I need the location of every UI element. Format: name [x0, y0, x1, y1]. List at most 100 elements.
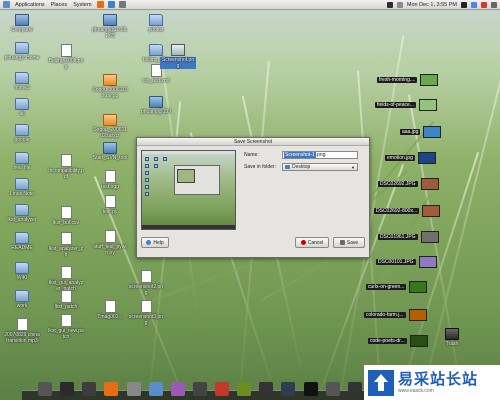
- desktop-icon-label: Screenshot.png: [160, 57, 196, 69]
- image-file-label: code-poets-dr...: [368, 338, 407, 344]
- mail-launcher-icon[interactable]: [107, 1, 115, 8]
- desktop-image-file[interactable]: curls-on-green...: [366, 281, 428, 293]
- applications-icon[interactable]: [3, 1, 10, 8]
- menu-applications[interactable]: Applications: [14, 2, 46, 8]
- desktop-icon-label: lkst_buf.csv: [52, 220, 80, 226]
- desktop-icon[interactable]: Computer: [4, 14, 40, 33]
- applet4-icon[interactable]: [491, 1, 497, 8]
- desktop-icon[interactable]: Incompatibility.pdf: [48, 154, 84, 180]
- help-button[interactable]: Help: [141, 237, 169, 248]
- desktop-image-file[interactable]: colorado-farm.j...: [364, 309, 427, 321]
- dock-item-5-icon[interactable]: [126, 382, 141, 396]
- folder-row: Save in folder: Desktop ▼: [244, 163, 358, 171]
- desktop-image-file[interactable]: DSC01961.JPG: [378, 231, 439, 243]
- image-file-label: DSC01961.JPG: [378, 234, 418, 240]
- cancel-button[interactable]: Cancel: [295, 237, 329, 248]
- desktop-icon[interactable]: Screenshot.png: [160, 44, 196, 69]
- desktop-icon[interactable]: Sogou_20061102.tar.gz: [92, 114, 128, 139]
- desktop-icon[interactable]: 20070829 china transition mp3: [4, 318, 40, 344]
- desktop-icon[interactable]: test.ogg: [92, 170, 128, 190]
- save-button[interactable]: Save: [333, 237, 365, 248]
- applet2-icon[interactable]: [471, 1, 477, 8]
- desktop-icon[interactable]: home2: [4, 72, 40, 91]
- dialog-title: Save Screenshot: [137, 138, 369, 146]
- folder-select[interactable]: Desktop ▼: [282, 163, 358, 171]
- desktop-folder-icon: [285, 165, 290, 169]
- name-label: Name:: [244, 152, 259, 158]
- cancel-icon: [300, 240, 306, 245]
- image-thumbnail: [418, 256, 437, 268]
- desktop-icon[interactable]: test.py: [92, 195, 128, 215]
- desktop-icon-label: phuang's Home: [4, 55, 40, 61]
- clock[interactable]: Mon Dec 1, 3:55 PM: [407, 2, 457, 8]
- dock-item-firefox-icon[interactable]: [104, 382, 119, 396]
- network-icon[interactable]: [386, 1, 393, 8]
- desktop-image-file[interactable]: aaa.jpg: [400, 126, 442, 138]
- desktop-icon[interactable]: lkst_buf.csv: [48, 206, 84, 226]
- dock-item-8-icon[interactable]: [192, 382, 207, 396]
- desktop-icon[interactable]: Tmag001...: [92, 300, 128, 320]
- desktop-image-file[interactable]: fresh-morning....: [377, 74, 439, 86]
- image-file-label: fresh-morning....: [377, 77, 418, 83]
- dock-item-15-icon[interactable]: [347, 382, 362, 396]
- menu-system[interactable]: System: [72, 2, 92, 8]
- name-ext: .png: [315, 152, 326, 158]
- watermark-text: 易采站长站: [398, 370, 479, 388]
- desktop-icon-label: Sogou_20061102.tar.gz: [93, 127, 127, 139]
- dock-item-14-icon[interactable]: [325, 382, 340, 396]
- desktop-icon-label: Beijing-2008.png: [48, 58, 84, 70]
- desktop-icon[interactable]: photos: [138, 14, 174, 33]
- dock-item-2-icon[interactable]: [60, 382, 75, 396]
- dock-item-13-icon[interactable]: [303, 382, 318, 396]
- image-thumbnail: [420, 178, 439, 190]
- trash[interactable]: Trash: [434, 328, 470, 347]
- desktop-icon[interactable]: phuang@199: [138, 96, 174, 115]
- dock-item-10-icon[interactable]: [237, 382, 252, 396]
- desktop-icon-label: stuff_test_pywin.py: [93, 244, 127, 256]
- dock-item-1-icon[interactable]: [38, 382, 53, 396]
- browser-launcher-icon[interactable]: [96, 1, 104, 8]
- desktop-icon[interactable]: ali: [4, 98, 40, 117]
- desktop-icon[interactable]: screenshot3.png: [128, 300, 164, 326]
- desktop-icon-label: Sogou-20061102.tar.gz: [92, 87, 128, 99]
- desktop-image-file[interactable]: fields-of-peace...: [375, 99, 437, 111]
- folder-icon: [15, 178, 29, 190]
- desktop-icon[interactable]: Sogou-20061102.tar.gz: [92, 74, 128, 99]
- applet3-icon[interactable]: [481, 1, 487, 8]
- desktop-icon[interactable]: WiKi: [4, 262, 40, 281]
- dock-item-7-icon[interactable]: [170, 382, 185, 396]
- desktop-icon[interactable]: phuang@10.66.1.65: [92, 14, 128, 39]
- desktop-icon[interactable]: Linux Note: [4, 178, 40, 197]
- image-file-label: colorado-farm.j...: [364, 312, 406, 318]
- desktop-icon[interactable]: lkst_analyzer_ch: [48, 232, 84, 258]
- desktop-icon[interactable]: README: [4, 232, 40, 251]
- dock-item-11-icon[interactable]: [259, 382, 274, 396]
- dock-item-6-icon[interactable]: [148, 382, 163, 396]
- desktop-icon[interactable]: new file: [4, 152, 40, 171]
- dock-item-3-icon[interactable]: [82, 382, 97, 396]
- desktop-image-file[interactable]: DSC02692.JPG: [378, 178, 439, 190]
- desktop-image-file[interactable]: DSC00101.JPG: [376, 256, 437, 268]
- terminal-launcher-icon[interactable]: [118, 1, 126, 8]
- desktop-icon[interactable]: work: [4, 290, 40, 309]
- dock-item-12-icon[interactable]: [281, 382, 296, 396]
- help-label: Help: [153, 239, 164, 246]
- desktop-icon[interactable]: phuang's Home: [4, 42, 40, 61]
- menu-places[interactable]: Places: [50, 2, 69, 8]
- name-input[interactable]: Screenshot-1 .png: [282, 151, 358, 159]
- desktop-icon[interactable]: lkst_gui_new.patch: [48, 314, 84, 340]
- volume-icon[interactable]: [396, 1, 403, 8]
- desktop-icon[interactable]: lkst_patch: [48, 290, 84, 310]
- desktop-image-file[interactable]: emotion.jpg: [385, 152, 436, 164]
- dock-item-9-icon[interactable]: [215, 382, 230, 396]
- desktop-icon[interactable]: google: [4, 124, 40, 143]
- desktop-icon[interactable]: Beijing-2008.png: [48, 44, 84, 70]
- desktop-icon[interactable]: lkst_analyzer: [4, 204, 40, 223]
- applet-icon[interactable]: [461, 1, 467, 8]
- desktop-icon[interactable]: stuff_test_pywin.py: [92, 230, 128, 256]
- desktop-image-file[interactable]: DSC02692-800x...: [374, 205, 441, 217]
- desktop-icon[interactable]: Start_SVN_tool: [92, 142, 128, 161]
- desktop-icon[interactable]: lkst_gui_analyzer_patch: [48, 266, 84, 292]
- desktop-image-file[interactable]: code-poets-dr...: [368, 335, 428, 347]
- desktop-icon[interactable]: screenshot2.png: [128, 270, 164, 296]
